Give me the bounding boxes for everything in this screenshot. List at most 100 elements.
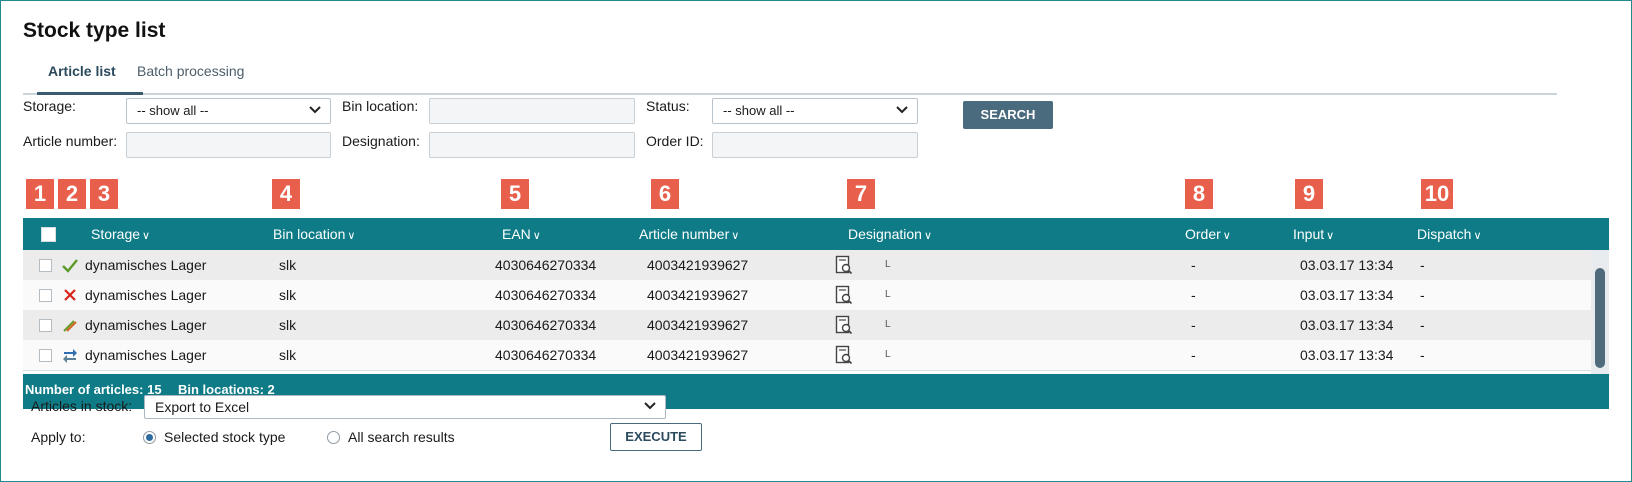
marker-7: 7: [847, 179, 875, 209]
order-id-input[interactable]: [712, 132, 918, 158]
table-row[interactable]: dynamisches Lager slk 4030646270334 4003…: [23, 250, 1591, 281]
row-checkbox[interactable]: [39, 289, 52, 302]
cell-bin-location: slk: [279, 257, 297, 273]
bin-location-label: Bin location:: [342, 98, 419, 114]
cell-storage: dynamisches Lager: [85, 317, 207, 333]
column-header-ean[interactable]: EAN ∨: [502, 226, 541, 242]
radio-all-search-results[interactable]: [327, 431, 340, 444]
marker-8: 8: [1185, 179, 1213, 209]
column-header-dispatch[interactable]: Dispatch ∨: [1417, 226, 1482, 242]
column-header-storage[interactable]: Storage ∨: [91, 226, 150, 242]
grid-header: Storage ∨ Bin location ∨ EAN ∨ Article numb…: [23, 218, 1609, 250]
bin-location-input[interactable]: [429, 98, 635, 124]
designation-label: Designation:: [342, 133, 420, 149]
execute-button[interactable]: EXECUTE: [610, 423, 702, 451]
column-header-label: Article number: [639, 226, 730, 242]
cross-icon: [64, 289, 76, 301]
tab-batch-processing[interactable]: Batch processing: [137, 63, 244, 79]
marker-5: 5: [501, 179, 529, 209]
row-checkbox[interactable]: [39, 349, 52, 362]
tab-article-list[interactable]: Article list: [48, 63, 116, 79]
articles-in-stock-select[interactable]: Export to Excel: [144, 395, 666, 419]
cell-dispatch: -: [1420, 317, 1425, 333]
chevron-down-icon: ∨: [532, 230, 541, 242]
column-header-order[interactable]: Order ∨: [1185, 226, 1231, 242]
active-tab-indicator: [37, 92, 143, 95]
column-header-label: Bin location: [273, 226, 346, 242]
window-frame: Stock type list Article list Batch proce…: [0, 0, 1632, 482]
apply-to-label: Apply to:: [31, 429, 86, 445]
storage-select-value: -- show all --: [137, 103, 209, 118]
chevron-down-icon: ∨: [1473, 230, 1482, 242]
row-checkbox[interactable]: [39, 319, 52, 332]
articles-in-stock-label: Articles in stock:: [31, 398, 133, 414]
radio-all-search-results-label: All search results: [348, 429, 455, 445]
marker-9: 9: [1295, 179, 1323, 209]
column-header-label: Order: [1185, 226, 1221, 242]
radio-selected-stock-type[interactable]: [143, 431, 156, 444]
document-search-icon[interactable]: [835, 285, 853, 305]
cell-ean: 4030646270334: [495, 317, 597, 333]
table-row[interactable]: dynamisches Lager slk 4030646270334 4003…: [23, 340, 1591, 371]
cell-article-number: 4003421939627: [647, 257, 749, 273]
status-select-value: -- show all --: [723, 103, 795, 118]
cell-storage: dynamisches Lager: [85, 347, 207, 363]
cell-order: -: [1191, 317, 1196, 333]
designation-input[interactable]: [429, 132, 635, 158]
marker-6: 6: [651, 179, 679, 209]
chevron-down-icon: [895, 102, 909, 116]
document-search-icon[interactable]: [835, 345, 853, 365]
column-header-designation[interactable]: Designation ∨: [848, 226, 932, 242]
cell-order: -: [1191, 257, 1196, 273]
row-checkbox[interactable]: [39, 259, 52, 272]
chevron-down-icon: [308, 102, 322, 116]
marker-2: 2: [58, 179, 86, 209]
article-number-label: Article number:: [23, 133, 118, 149]
search-button[interactable]: SEARCH: [963, 101, 1053, 129]
grid-scrollbar[interactable]: [1591, 250, 1609, 374]
document-search-icon[interactable]: [835, 315, 853, 335]
chevron-down-icon: ∨: [1326, 230, 1335, 242]
column-header-article-number[interactable]: Article number ∨: [639, 226, 739, 242]
storage-label: Storage:: [23, 98, 76, 114]
column-header-label: EAN: [502, 226, 531, 242]
chevron-down-icon: [643, 398, 657, 412]
cell-dispatch: -: [1420, 287, 1425, 303]
radio-selected-stock-type-label: Selected stock type: [164, 429, 286, 445]
chevron-down-icon: ∨: [923, 230, 932, 242]
column-header-label: Dispatch: [1417, 226, 1472, 242]
cell-storage: dynamisches Lager: [85, 287, 207, 303]
cell-ean: 4030646270334: [495, 287, 597, 303]
cell-input: 03.03.17 13:34: [1300, 287, 1394, 303]
cell-bin-location: slk: [279, 317, 297, 333]
document-search-icon[interactable]: [835, 255, 853, 275]
checkmark-icon: [62, 259, 78, 273]
marker-1: 1: [26, 179, 54, 209]
cell-order: -: [1191, 287, 1196, 303]
column-header-label: Storage: [91, 226, 141, 242]
table-row[interactable]: dynamisches Lager slk 4030646270334 4003…: [23, 310, 1591, 341]
column-header-bin-location[interactable]: Bin location ∨: [273, 226, 355, 242]
article-count: Number of articles: 15: [25, 382, 162, 397]
scrollbar-thumb[interactable]: [1595, 268, 1605, 368]
select-all-checkbox[interactable]: [41, 227, 56, 242]
storage-select[interactable]: -- show all --: [126, 98, 331, 124]
marker-4: 4: [272, 179, 300, 209]
cell-ean: 4030646270334: [495, 347, 597, 363]
cell-ean: 4030646270334: [495, 257, 597, 273]
status-select[interactable]: -- show all --: [712, 98, 918, 124]
page-title: Stock type list: [23, 19, 166, 42]
status-label: Status:: [646, 98, 690, 114]
cell-designation: L: [885, 259, 891, 270]
order-id-label: Order ID:: [646, 133, 704, 149]
cell-article-number: 4003421939627: [647, 347, 749, 363]
cell-article-number: 4003421939627: [647, 287, 749, 303]
cell-order: -: [1191, 347, 1196, 363]
table-row[interactable]: dynamisches Lager slk 4030646270334 4003…: [23, 280, 1591, 311]
cell-designation: L: [885, 289, 891, 300]
column-header-label: Designation: [848, 226, 922, 242]
column-header-input[interactable]: Input ∨: [1293, 226, 1334, 242]
cell-dispatch: -: [1420, 347, 1425, 363]
pencil-icon: [63, 320, 77, 332]
article-number-input[interactable]: [126, 132, 331, 158]
